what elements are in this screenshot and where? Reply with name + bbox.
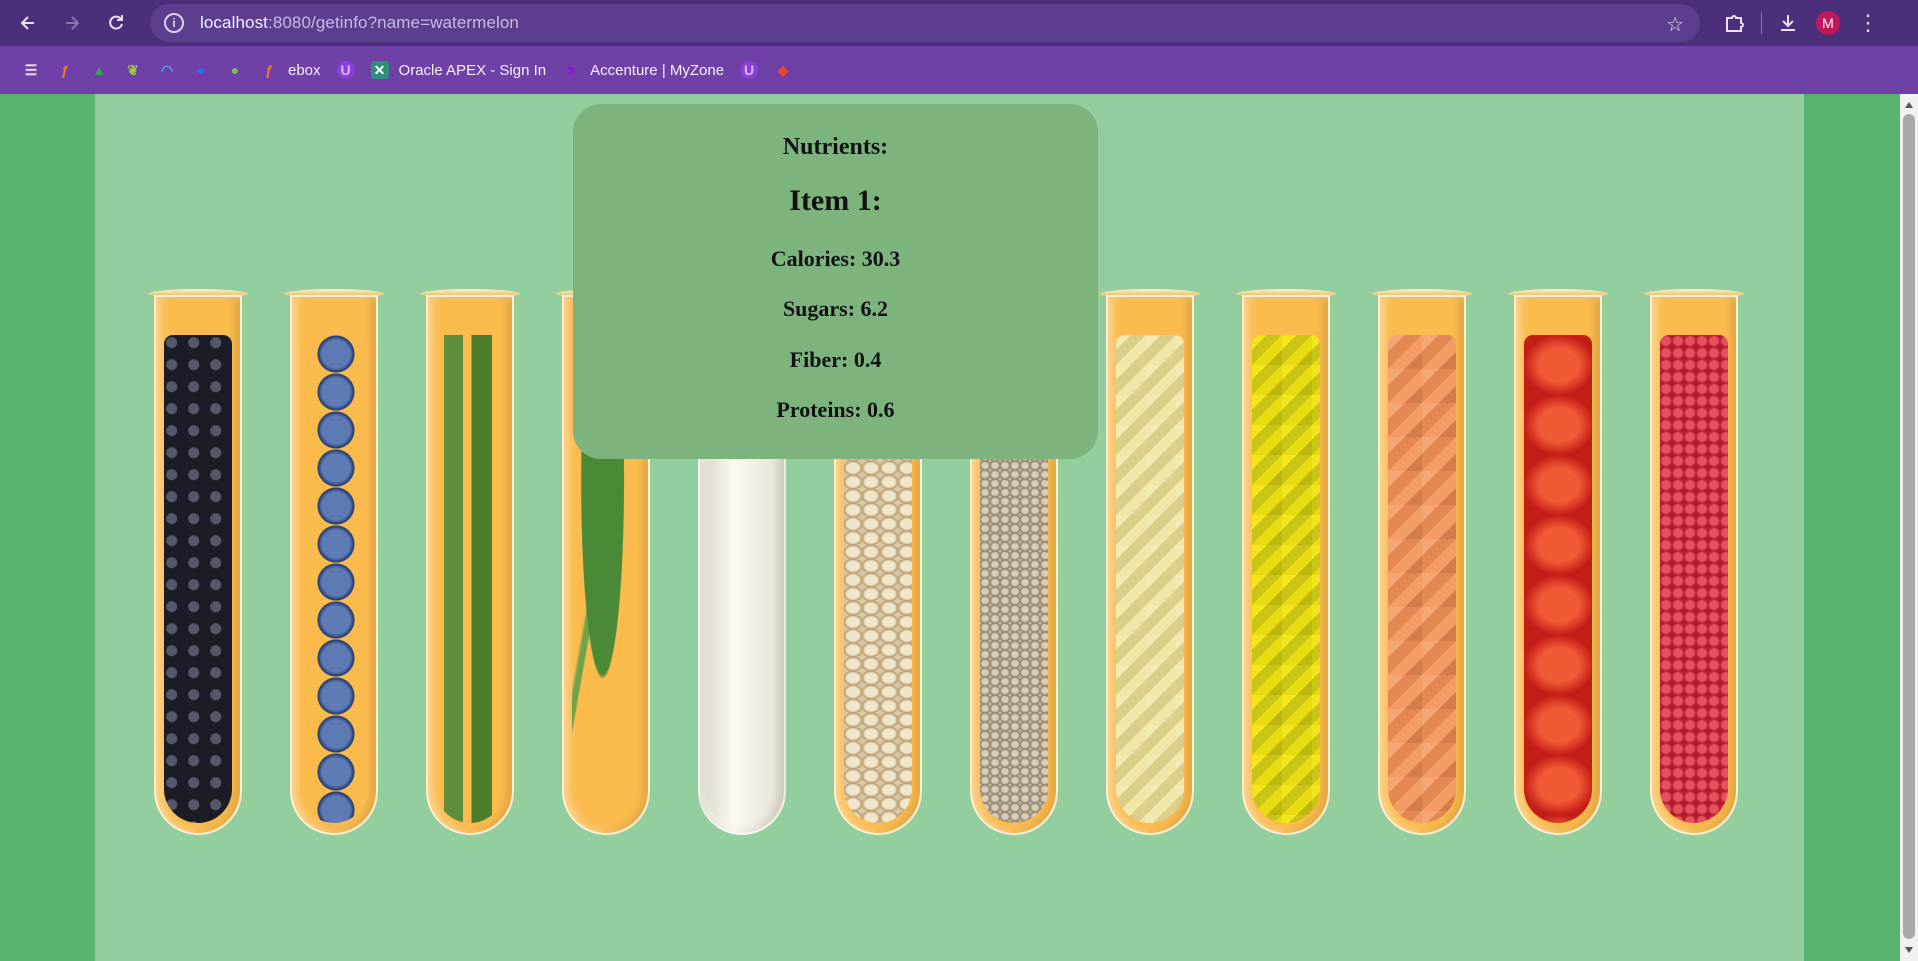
page-scrollbar[interactable]	[1900, 94, 1918, 961]
popup-title: Nutrients:	[782, 134, 889, 160]
reload-button[interactable]	[96, 3, 136, 43]
site-info-icon[interactable]: i	[164, 13, 184, 33]
reload-icon	[109, 15, 123, 30]
arrow-right-icon	[66, 16, 80, 30]
back-button[interactable]	[8, 3, 48, 43]
nutrients-popup: Nutrients: Item 1: Calories: 30.3 Sugars…	[573, 104, 1098, 459]
profile-button[interactable]: M	[1808, 3, 1848, 43]
scrollbar-thumb[interactable]	[1903, 114, 1915, 939]
calories-value: Calories: 30.3	[770, 246, 901, 271]
tube-blackberry[interactable]	[148, 289, 248, 839]
avatar: M	[1816, 11, 1840, 35]
popup-item-heading: Item 1:	[789, 184, 882, 217]
download-icon	[1781, 15, 1795, 31]
maps-icon: ◆	[777, 61, 789, 78]
apex-icon: ✕	[370, 61, 389, 79]
menu-button[interactable]: ⋮	[1848, 3, 1888, 43]
more-vert-icon: ⋮	[1857, 10, 1879, 35]
bookmark-drive[interactable]: ▲	[82, 54, 116, 86]
feather-icon: ❦	[127, 61, 139, 78]
bookmark-apps[interactable]: ☰	[14, 54, 48, 86]
link-icon: ƒ	[265, 62, 273, 78]
toolbar-actions: M ⋮	[1715, 0, 1888, 46]
browser-toolbar: i localhost:8080/getinfo?name=watermelon…	[0, 0, 1918, 46]
bookmark-accenture[interactable]: > Accenture | MyZone	[554, 54, 732, 86]
sugars-value: Sugars: 6.2	[782, 296, 889, 321]
shield-icon: U	[336, 61, 355, 79]
tube-pepper[interactable]	[1236, 289, 1336, 839]
downloads-button[interactable]	[1768, 3, 1808, 43]
bookmark-shield-2[interactable]: U	[732, 54, 766, 86]
bookmark-shield-1[interactable]: U	[329, 54, 363, 86]
fiber-value: Fiber: 0.4	[789, 347, 882, 372]
forward-button[interactable]	[52, 3, 92, 43]
shield-icon: U	[740, 61, 759, 79]
puzzle-icon	[1726, 15, 1744, 32]
scroll-up-icon[interactable]	[1905, 102, 1913, 108]
tube-blueberry[interactable]	[284, 289, 384, 839]
fruit-icon: ●	[230, 62, 240, 78]
tube-tomato[interactable]	[1508, 289, 1608, 839]
extensions-button[interactable]	[1715, 3, 1755, 43]
scroll-down-icon[interactable]	[1905, 947, 1913, 953]
bookmark-maps[interactable]: ◆	[766, 54, 800, 86]
arrow-left-icon	[20, 16, 34, 30]
tube-asparagus[interactable]	[420, 289, 520, 839]
search-icon: ●	[196, 62, 206, 78]
bookmark-rainbow[interactable]: ◠	[150, 54, 184, 86]
bookmark-oracle-apex[interactable]: ✕ Oracle APEX - Sign In	[363, 54, 555, 86]
bookmark-feather[interactable]: ❦	[116, 54, 150, 86]
proteins-value: Proteins: 0.6	[776, 397, 895, 422]
toolbar-divider	[1761, 12, 1762, 34]
url-text[interactable]: localhost:8080/getinfo?name=watermelon	[200, 13, 519, 33]
list-icon: ☰	[24, 61, 38, 78]
accenture-icon: >	[567, 62, 576, 78]
link-icon: ƒ	[61, 62, 69, 78]
tube-pineapple[interactable]	[1100, 289, 1200, 839]
bookmark-fruit[interactable]: ●	[218, 54, 252, 86]
tube-raspberry[interactable]	[1644, 289, 1744, 839]
rainbow-icon: ◠	[160, 61, 174, 78]
bookmarks-bar: ☰ ƒ ▲ ❦ ◠ ● ● ƒ ebox U ✕ Oracle APEX - Sig…	[0, 46, 1918, 94]
bookmark-ebox[interactable]: ƒ ebox	[252, 54, 329, 86]
bookmark-search[interactable]: ●	[184, 54, 218, 86]
tube-salmon[interactable]	[1372, 289, 1472, 839]
bookmark-link-1[interactable]: ƒ	[48, 54, 82, 86]
address-bar[interactable]: i localhost:8080/getinfo?name=watermelon…	[150, 4, 1700, 42]
bookmark-star-icon[interactable]: ☆	[1666, 12, 1684, 37]
drive-icon: ▲	[92, 62, 106, 78]
